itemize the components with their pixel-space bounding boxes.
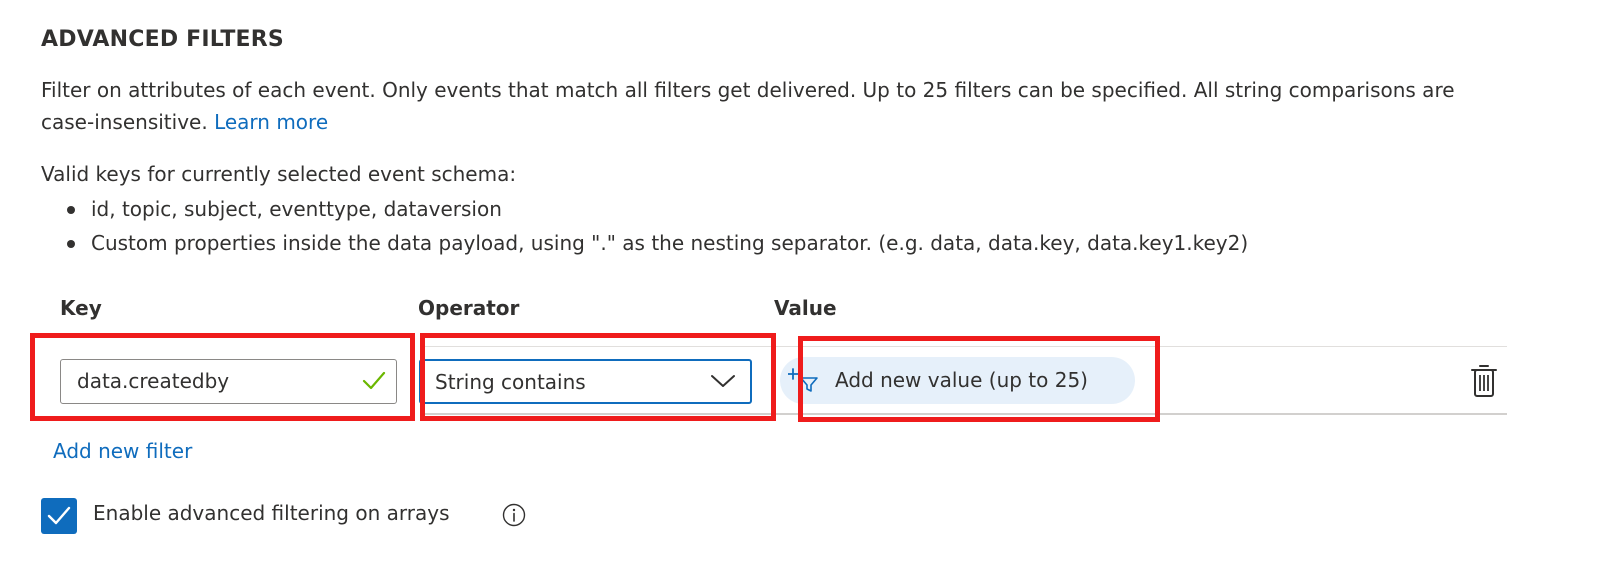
valid-keys-intro: Valid keys for currently selected event … <box>41 162 517 186</box>
info-icon[interactable] <box>502 503 526 531</box>
column-header-value: Value <box>774 296 837 320</box>
learn-more-link[interactable]: Learn more <box>214 110 328 134</box>
column-header-operator: Operator <box>418 296 520 320</box>
arrays-filter-label: Enable advanced filtering on arrays <box>93 501 450 525</box>
trash-icon[interactable] <box>1470 364 1498 402</box>
list-item: Custom properties inside the data payloa… <box>41 226 1248 260</box>
key-highlight-box <box>30 333 415 421</box>
add-new-filter-link[interactable]: Add new filter <box>53 439 192 463</box>
value-highlight-box <box>798 336 1160 422</box>
operator-highlight-box <box>420 333 776 421</box>
valid-keys-list: id, topic, subject, eventtype, dataversi… <box>41 192 1248 260</box>
column-header-key: Key <box>60 296 102 320</box>
section-description: Filter on attributes of each event. Only… <box>41 74 1511 138</box>
section-title: ADVANCED FILTERS <box>41 27 284 52</box>
arrays-filter-checkbox[interactable] <box>41 498 77 534</box>
checkmark-icon <box>47 506 71 525</box>
list-item: id, topic, subject, eventtype, dataversi… <box>41 192 1248 226</box>
